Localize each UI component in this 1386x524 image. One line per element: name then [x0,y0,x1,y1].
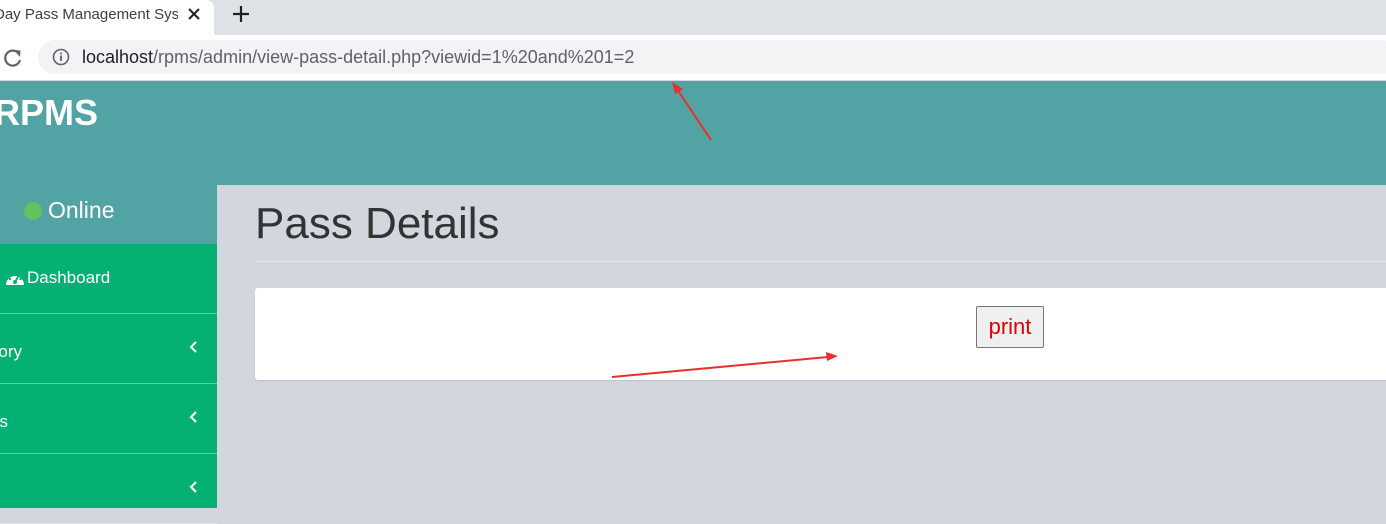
chevron-left-icon [189,341,197,353]
sidebar: Online Dashboard Category Pass [0,185,217,524]
dashboard-icon [6,273,24,285]
app-header: RPMS [0,81,1386,185]
sidebar-item-label: Dashboard [27,268,111,287]
url-path: /rpms/admin/view-pass-detail.php?viewid=… [153,47,635,67]
online-status-text: Online [48,197,115,223]
sidebar-item-pass[interactable]: Pass [0,384,217,454]
sidebar-item-reports[interactable] [0,454,217,524]
sidebar-item-category[interactable]: Category [0,314,217,384]
address-bar[interactable]: localhost/rpms/admin/view-pass-detail.ph… [38,40,1386,74]
browser-toolbar: localhost/rpms/admin/view-pass-detail.ph… [0,35,1386,80]
divider [255,261,1386,262]
pass-details-card [255,288,1386,380]
browser-tab-strip: Day Pass Management System [0,0,1386,35]
page-title: Pass Details [255,199,500,248]
print-button[interactable]: print [976,306,1044,348]
sidebar-item-label: Pass [0,412,8,431]
logo[interactable]: RPMS [0,93,98,133]
info-icon[interactable] [52,48,70,66]
close-icon[interactable] [185,3,203,25]
chevron-left-icon [189,411,197,423]
sidebar-item-dashboard[interactable]: Dashboard [0,244,217,314]
chevron-left-icon [189,481,197,493]
tab-title: Day Pass Management System [0,6,178,23]
browser-tab[interactable]: Day Pass Management System [0,0,214,35]
sidebar-item-label: Category [0,342,22,361]
new-tab-icon[interactable] [230,3,252,25]
url-text[interactable]: localhost/rpms/admin/view-pass-detail.ph… [82,40,634,74]
url-host: localhost [82,47,154,67]
reload-icon[interactable] [2,47,24,69]
user-panel: Online [0,185,217,244]
online-status-icon [24,202,42,220]
